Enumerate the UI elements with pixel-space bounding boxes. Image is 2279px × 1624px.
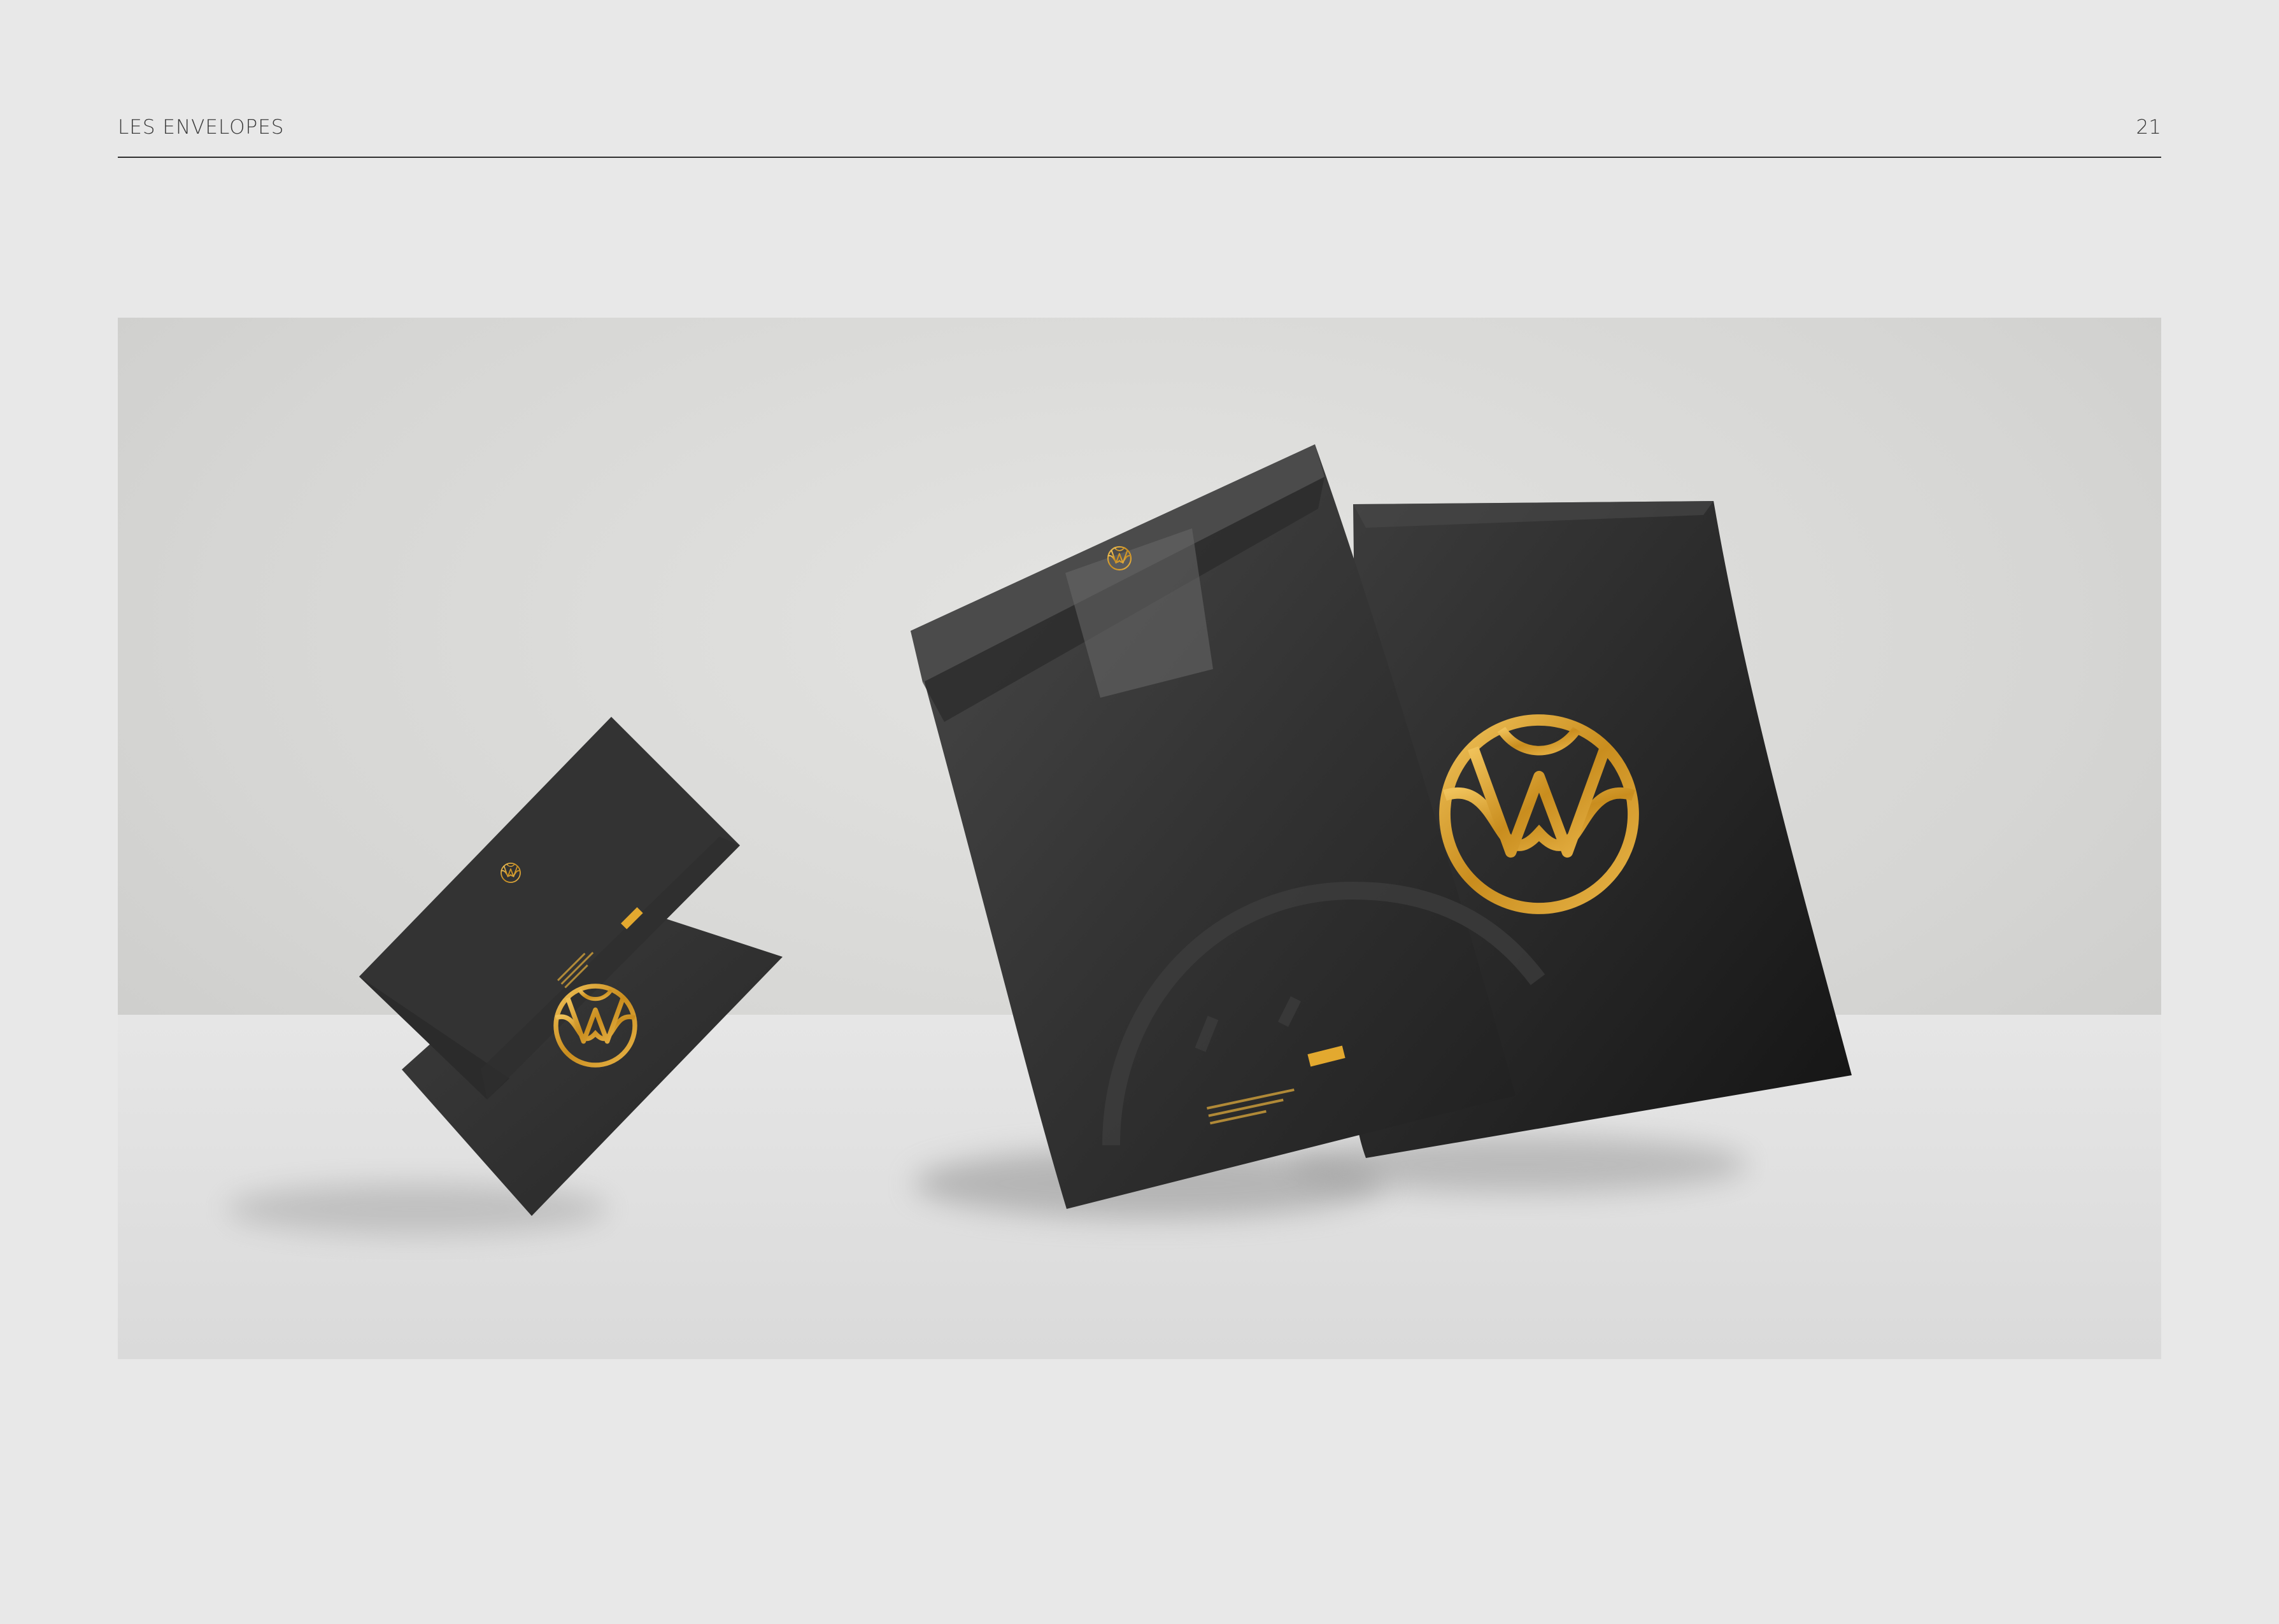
- section-title: LES ENVELOPES: [118, 116, 285, 139]
- envelope-mockup-image: [118, 318, 2161, 1359]
- header-divider: [118, 157, 2161, 158]
- envelope-mockup-illustration: [118, 318, 2161, 1359]
- page-header: LES ENVELOPES 21: [118, 115, 2161, 159]
- page-number: 21: [2136, 116, 2161, 139]
